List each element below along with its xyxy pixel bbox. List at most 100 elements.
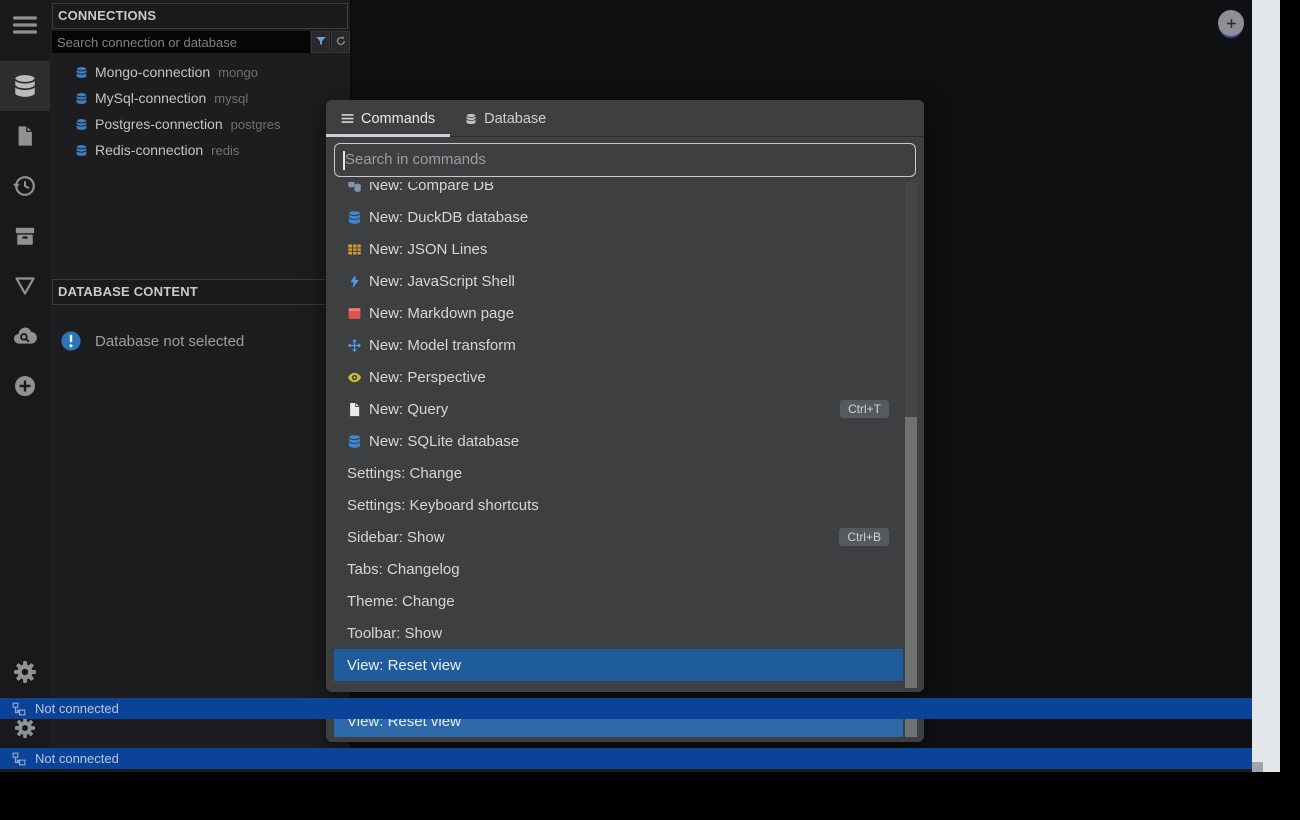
bolt-icon <box>347 274 362 289</box>
rail-item-cloud-search[interactable] <box>0 311 50 361</box>
connection-item[interactable]: Redis-connection redis <box>50 137 350 163</box>
database-content-header: DATABASE CONTENT <box>52 279 348 305</box>
connection-engine: mysql <box>214 90 249 106</box>
command-search-box <box>334 143 916 177</box>
disconnected-icon <box>12 702 26 716</box>
command-list: New: Compare DB New: DuckDB database New: … <box>326 182 924 692</box>
rail-item-add[interactable] <box>0 361 50 411</box>
status-bar-label: Not connected <box>35 701 119 716</box>
database-icon <box>75 144 88 157</box>
command-item[interactable]: New: Perspective <box>334 361 903 393</box>
command-label: New: Perspective <box>369 368 486 386</box>
ghost-selected-command-label: View: Reset view <box>347 719 461 730</box>
command-label: New: DuckDB database <box>369 208 529 226</box>
rail-item-query-designer[interactable] <box>0 261 50 311</box>
command-label: View: Reset view <box>347 656 461 674</box>
rail-item-file[interactable] <box>0 111 50 161</box>
command-label: Toolbar: Show <box>347 624 443 642</box>
connection-list: Mongo-connection mongo MySql-connection mys… <box>50 59 350 163</box>
connection-engine: mongo <box>218 64 258 80</box>
shortcut-badge: Ctrl+T <box>840 400 889 418</box>
database-icon <box>75 66 88 79</box>
gear-icon <box>14 719 36 739</box>
connection-item[interactable]: Mongo-connection mongo <box>50 59 350 85</box>
database-icon <box>75 118 88 131</box>
database-content-title: DATABASE CONTENT <box>58 284 198 299</box>
compare-icon <box>347 182 362 193</box>
markdown-icon <box>347 306 362 321</box>
icon-rail <box>0 0 50 698</box>
scrollbar-thumb[interactable] <box>905 417 917 688</box>
command-label: Sidebar: Show <box>347 528 445 546</box>
query-file-icon <box>347 402 362 417</box>
command-item[interactable]: New: DuckDB database <box>334 201 903 233</box>
command-item[interactable]: New: SQLite database <box>334 425 903 457</box>
database-blue-icon <box>347 434 362 449</box>
status-bar-duplicate: Not connected <box>0 748 1252 769</box>
screen: CONNECTIONS Mongo-connection mongo MySql-c… <box>0 0 1300 820</box>
command-label: Settings: Change <box>347 464 463 482</box>
info-icon <box>60 330 82 352</box>
transform-icon <box>347 338 362 353</box>
connection-engine: redis <box>211 142 240 158</box>
new-tab-button[interactable] <box>1218 10 1244 36</box>
command-item[interactable]: New: Query Ctrl+T <box>334 393 903 425</box>
command-search-input[interactable] <box>345 144 905 175</box>
command-palette-tabs: Commands Database <box>326 100 924 137</box>
disconnected-icon <box>12 752 26 766</box>
tab-database[interactable]: Database <box>450 100 561 137</box>
command-item[interactable]: New: Markdown page <box>334 297 903 329</box>
connections-title: CONNECTIONS <box>58 8 157 23</box>
rail-item-archive[interactable] <box>0 211 50 261</box>
file-icon <box>14 125 36 147</box>
tab-database-label: Database <box>484 110 547 127</box>
status-bar: Not connected <box>0 698 1252 719</box>
tab-commands-label: Commands <box>361 110 436 127</box>
browser-scrollbar-track[interactable] <box>1252 0 1280 772</box>
rail-item-history[interactable] <box>0 161 50 211</box>
command-item[interactable]: Tabs: Changelog <box>334 553 903 585</box>
connections-header: CONNECTIONS <box>52 3 348 29</box>
command-item[interactable]: New: JSON Lines <box>334 233 903 265</box>
refresh-button[interactable] <box>331 31 350 53</box>
command-item[interactable]: New: Compare DB <box>334 182 903 201</box>
command-item[interactable]: View: Reset view <box>334 649 903 681</box>
status-bar-duplicate-label: Not connected <box>35 751 119 766</box>
command-list-scrollbar[interactable] <box>905 182 917 688</box>
shortcut-badge: Ctrl+B <box>839 528 889 546</box>
command-item[interactable]: Theme: Change <box>334 585 903 617</box>
command-item[interactable]: New: JavaScript Shell <box>334 265 903 297</box>
database-icon <box>465 113 477 125</box>
ghost-selected-command: View: Reset view <box>334 719 903 737</box>
connection-item[interactable]: Postgres-connection postgres <box>50 111 350 137</box>
connection-name: Postgres-connection <box>95 116 223 132</box>
database-icon <box>75 92 88 105</box>
empty-message-text: Database not selected <box>95 332 245 350</box>
left-panel: CONNECTIONS Mongo-connection mongo MySql-c… <box>50 0 352 698</box>
connection-search-input[interactable] <box>52 31 310 53</box>
connection-name: Mongo-connection <box>95 64 211 80</box>
command-item[interactable]: Settings: Change <box>334 457 903 489</box>
command-item[interactable]: Settings: Keyboard shortcuts <box>334 489 903 521</box>
connection-item[interactable]: MySql-connection mysql <box>50 85 350 111</box>
filter-icon <box>315 35 327 50</box>
database-blue-icon <box>347 210 362 225</box>
command-label: New: SQLite database <box>369 432 520 450</box>
tab-commands[interactable]: Commands <box>326 100 451 137</box>
command-label: New: Markdown page <box>369 304 515 322</box>
filter-button[interactable] <box>311 31 330 53</box>
rail-item-menu[interactable] <box>0 0 50 50</box>
menu-icon <box>12 12 38 38</box>
command-item[interactable]: Sidebar: Show Ctrl+B <box>334 521 903 553</box>
rail-item-settings[interactable] <box>0 647 50 697</box>
command-label: Settings: Keyboard shortcuts <box>347 496 539 514</box>
command-item[interactable]: New: Model transform <box>334 329 903 361</box>
table-icon <box>347 242 362 257</box>
command-item[interactable]: Toolbar: Show <box>334 617 903 649</box>
database-icon <box>12 73 38 99</box>
connection-name: MySql-connection <box>95 90 207 106</box>
command-label: Tabs: Changelog <box>347 560 460 578</box>
command-label: New: JSON Lines <box>369 240 488 258</box>
rail-item-database[interactable] <box>0 61 50 111</box>
ghost-left-panel <box>50 719 352 748</box>
